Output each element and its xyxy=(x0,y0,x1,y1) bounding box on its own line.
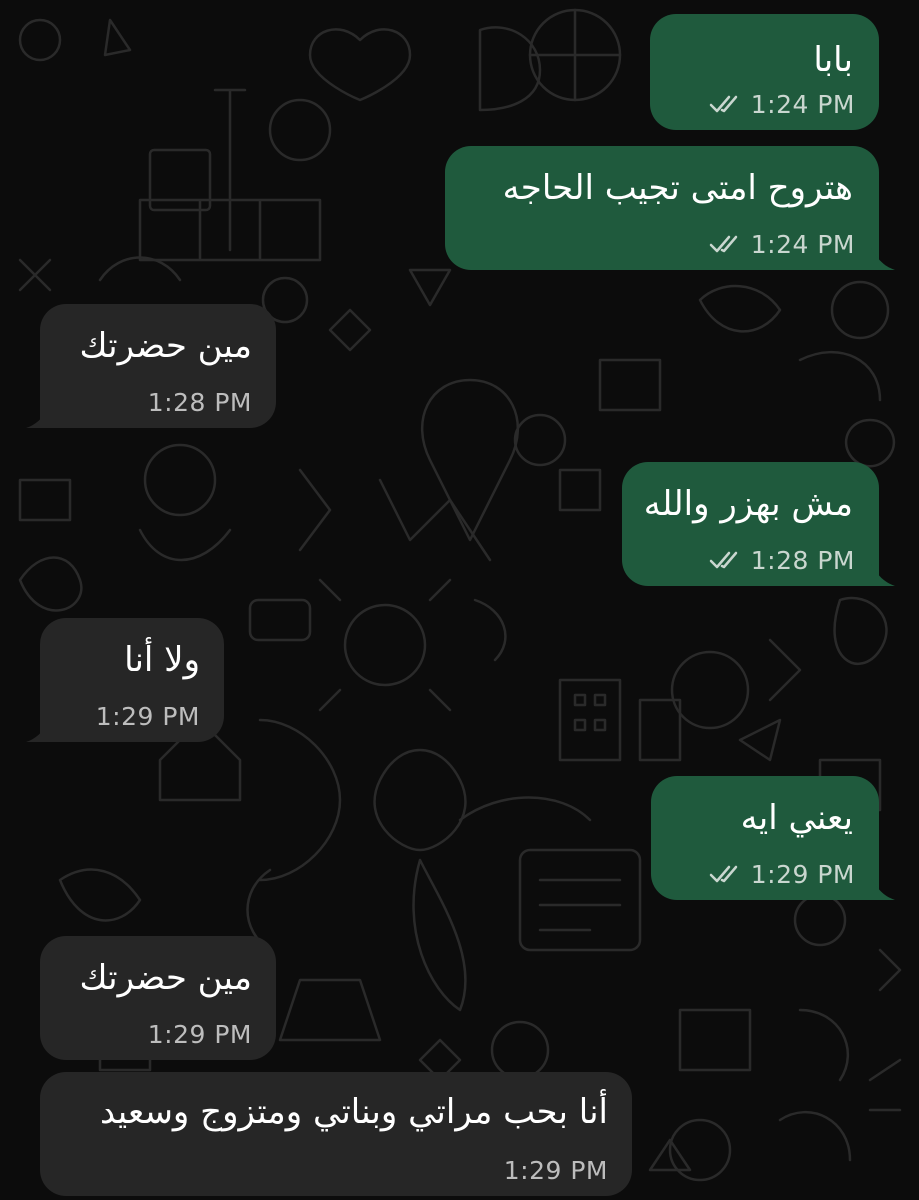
message-time: 1:29 PM xyxy=(503,1155,608,1185)
bubble-tail xyxy=(871,248,895,270)
double-check-icon xyxy=(709,235,738,253)
message-bubble-incoming[interactable]: مين حضرتك 1:29 PM xyxy=(40,936,276,1060)
message-meta: 1:29 PM xyxy=(709,858,855,890)
message-bubble-incoming[interactable]: أنا بحب مراتي وبناتي ومتزوج وسعيد 1:29 P… xyxy=(40,1072,632,1196)
message-bubble-incoming[interactable]: ولا أنا 1:29 PM xyxy=(26,618,224,742)
message-meta: 1:24 PM xyxy=(709,88,855,120)
bubble-tail xyxy=(26,720,50,742)
message-bubble-outgoing[interactable]: يعني ايه 1:29 PM xyxy=(651,776,895,900)
message-time: 1:29 PM xyxy=(147,1019,252,1049)
message-meta: 1:28 PM xyxy=(709,544,855,576)
message-time: 1:28 PM xyxy=(750,545,855,575)
message-meta: 1:28 PM xyxy=(148,386,252,418)
double-check-icon xyxy=(709,865,738,883)
message-time: 1:24 PM xyxy=(750,229,855,259)
message-time: 1:29 PM xyxy=(95,701,200,731)
bubble-tail xyxy=(871,564,895,586)
message-text: ولا أنا xyxy=(124,640,200,680)
message-text: مين حضرتك xyxy=(79,958,252,998)
message-time: 1:29 PM xyxy=(750,859,855,889)
message-meta: 1:24 PM xyxy=(709,228,855,260)
double-check-icon xyxy=(709,551,738,569)
message-meta: 1:29 PM xyxy=(504,1154,608,1186)
message-meta: 1:29 PM xyxy=(148,1018,252,1050)
message-meta: 1:29 PM xyxy=(96,700,200,732)
message-bubble-outgoing[interactable]: بابا 1:24 PM xyxy=(650,14,879,130)
message-text: هتروح امتى تجيب الحاجه xyxy=(502,168,853,208)
bubble-tail xyxy=(871,878,895,900)
message-bubble-incoming[interactable]: مين حضرتك 1:28 PM xyxy=(26,304,276,428)
message-time: 1:28 PM xyxy=(147,387,252,417)
double-check-icon xyxy=(709,95,738,113)
message-bubble-outgoing[interactable]: مش بهزر والله 1:28 PM xyxy=(622,462,895,586)
message-text: مش بهزر والله xyxy=(643,484,853,524)
message-text: يعني ايه xyxy=(740,798,853,838)
bubble-tail xyxy=(26,406,50,428)
message-text: أنا بحب مراتي وبناتي ومتزوج وسعيد xyxy=(99,1092,608,1132)
message-text: بابا xyxy=(813,40,853,80)
message-time: 1:24 PM xyxy=(750,89,855,119)
chat-screen: بابا 1:24 PM هتروح امتى تجيب الحاجه 1:24… xyxy=(0,0,919,1200)
message-bubble-outgoing[interactable]: هتروح امتى تجيب الحاجه 1:24 PM xyxy=(445,146,895,270)
message-text: مين حضرتك xyxy=(79,326,252,366)
